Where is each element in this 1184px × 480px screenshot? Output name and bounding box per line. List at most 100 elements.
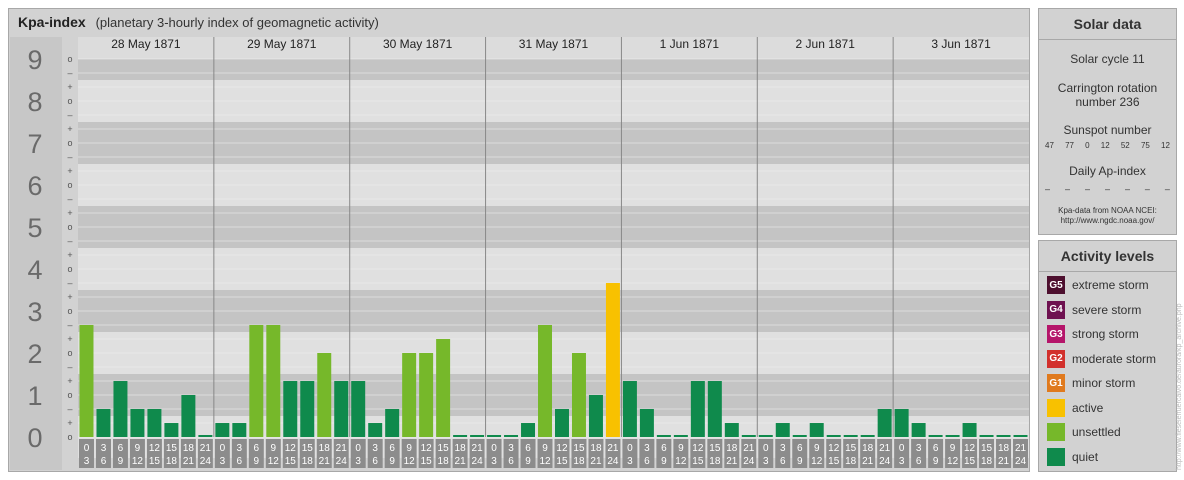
data-source-link[interactable]: http://www.ngdc.noaa.gov/ xyxy=(1039,216,1176,226)
level-swatch: G1 xyxy=(1047,374,1065,392)
level-g3: G3 strong storm xyxy=(1047,325,1139,343)
interval-start-label: 18 xyxy=(726,443,738,454)
level-label: severe storm xyxy=(1072,302,1142,317)
level-label: moderate storm xyxy=(1072,351,1157,366)
interval-start-label: 0 xyxy=(220,443,226,454)
kp-bar xyxy=(215,423,230,437)
level-swatch: G2 xyxy=(1047,349,1065,368)
sunspot-value: 47 xyxy=(1045,141,1054,150)
kp-bar xyxy=(826,435,841,437)
interval-start-label: 15 xyxy=(573,443,585,454)
interval-start-label: 12 xyxy=(421,443,433,454)
interval-end-label: 6 xyxy=(237,456,243,467)
kp-bar xyxy=(571,353,586,437)
interval-start-label: 12 xyxy=(692,443,704,454)
interval-start-label: 15 xyxy=(845,443,857,454)
kp-bar xyxy=(809,423,824,437)
interval-end-label: 3 xyxy=(627,456,633,467)
kp-bar xyxy=(470,435,485,437)
day-label: 28 May 1871 xyxy=(111,37,181,51)
interval-end-label: 21 xyxy=(590,456,602,467)
level-swatch xyxy=(1047,423,1065,441)
kp-bar-chart: o+o+–o+–o+–o+–o+–o+–o+–o+–o–012345678928… xyxy=(10,37,1029,470)
kp-bar xyxy=(911,423,926,437)
kp-bar xyxy=(741,435,756,437)
interval-start-label: 12 xyxy=(828,443,840,454)
kp-bar xyxy=(555,408,569,437)
y-tick-label: 0 xyxy=(27,423,42,453)
level-g5: G5 extreme storm xyxy=(1047,276,1149,294)
minor-tick-label: + xyxy=(67,376,72,386)
interval-end-label: 3 xyxy=(763,456,769,467)
y-tick-label: 3 xyxy=(27,297,42,327)
interval-start-label: 3 xyxy=(644,443,650,454)
kp-bar xyxy=(232,423,247,437)
interval-end-label: 3 xyxy=(355,456,361,467)
interval-end-label: 9 xyxy=(661,456,667,467)
kp-bar xyxy=(775,423,790,437)
kp-bar xyxy=(758,435,773,437)
interval-start-label: 9 xyxy=(406,443,412,454)
interval-start-label: 0 xyxy=(899,443,905,454)
interval-start-label: 9 xyxy=(814,443,820,454)
level-active: active xyxy=(1047,398,1103,417)
interval-end-label: 15 xyxy=(556,456,568,467)
minor-tick-label: o xyxy=(67,264,72,274)
sunspot-value: 52 xyxy=(1120,141,1130,150)
interval-end-label: 9 xyxy=(525,456,531,467)
interval-start-label: 9 xyxy=(950,443,956,454)
level-swatch: G5 xyxy=(1047,276,1065,294)
minor-tick-label: + xyxy=(67,250,72,260)
minor-tick-label: o xyxy=(67,390,72,400)
level-swatch xyxy=(1047,398,1065,417)
interval-end-label: 24 xyxy=(1015,456,1027,467)
solar-data-panel: Solar data Solar cycle 11 Carrington rot… xyxy=(1038,8,1177,235)
interval-start-label: 0 xyxy=(763,443,769,454)
minor-tick-label: – xyxy=(67,152,72,162)
interval-start-label: 6 xyxy=(797,443,803,454)
ap-index-title: Daily Ap-index xyxy=(1069,164,1146,178)
interval-end-label: 3 xyxy=(899,456,905,467)
interval-start-label: 0 xyxy=(491,443,497,454)
kp-bar xyxy=(622,381,637,437)
interval-end-label: 18 xyxy=(709,456,721,467)
kp-bar xyxy=(198,435,213,437)
kp-bar xyxy=(504,435,519,437)
level-swatch xyxy=(1047,447,1065,466)
level-label: minor storm xyxy=(1072,376,1136,390)
minor-tick-label: + xyxy=(67,166,72,176)
minor-tick-label: o xyxy=(67,432,72,442)
ap-index-values: – – – – – – – xyxy=(1039,184,1176,194)
interval-end-label: 3 xyxy=(220,456,226,467)
kp-bar xyxy=(673,435,688,437)
level-swatch: G4 xyxy=(1047,300,1065,319)
kp-bar xyxy=(113,381,128,437)
minor-tick-label: + xyxy=(67,208,72,218)
interval-end-label: 15 xyxy=(285,456,297,467)
interval-start-label: 18 xyxy=(455,443,467,454)
interval-end-label: 12 xyxy=(404,456,416,467)
minor-tick-label: – xyxy=(67,194,72,204)
minor-tick-label: o xyxy=(67,306,72,316)
level-label: extreme storm xyxy=(1072,278,1149,292)
interval-start-label: 3 xyxy=(916,443,922,454)
level-quiet: quiet xyxy=(1047,447,1098,466)
interval-start-label: 15 xyxy=(438,443,450,454)
kp-bar xyxy=(283,381,298,437)
kp-bar xyxy=(928,435,943,437)
interval-end-label: 6 xyxy=(101,456,107,467)
sunspot-title: Sunspot number xyxy=(1063,123,1152,137)
kp-bar xyxy=(792,435,807,437)
carrington-line-1: Carrington rotation xyxy=(1057,81,1158,95)
y-tick-label: 2 xyxy=(27,339,42,369)
day-label: 1 Jun 1871 xyxy=(660,37,720,51)
interval-start-label: 6 xyxy=(933,443,939,454)
ap-value: – xyxy=(1144,184,1150,194)
kp-bar xyxy=(724,423,739,437)
interval-end-label: 21 xyxy=(862,456,874,467)
interval-end-label: 18 xyxy=(845,456,857,467)
activity-levels-title: Activity levels xyxy=(1039,241,1176,272)
kp-bar xyxy=(453,435,468,437)
minor-tick-label: o xyxy=(67,54,72,64)
interval-end-label: 6 xyxy=(372,456,378,467)
